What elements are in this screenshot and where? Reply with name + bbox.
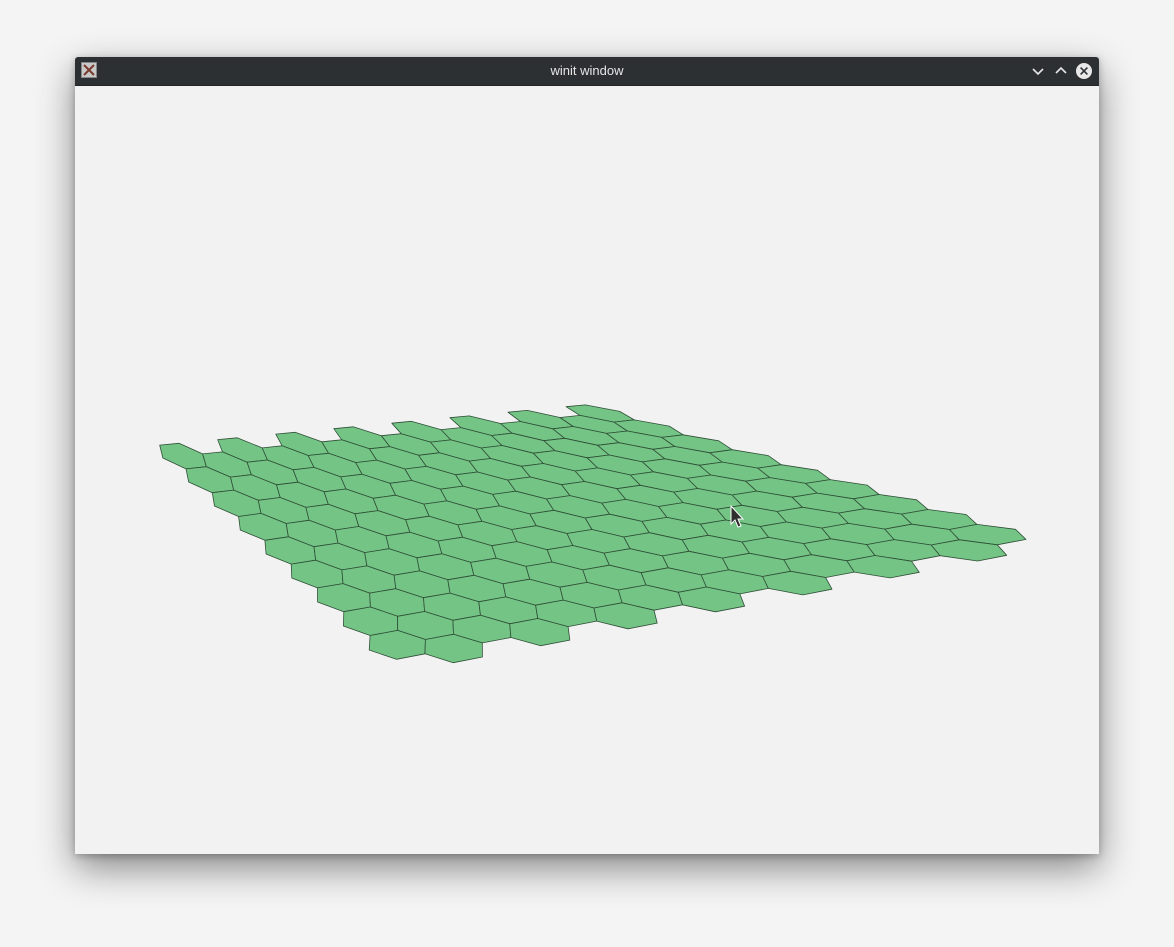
app-window: winit window (75, 57, 1099, 854)
window-title: winit window (550, 63, 624, 78)
minimize-button[interactable] (1029, 62, 1047, 80)
close-icon (1076, 63, 1092, 79)
maximize-button[interactable] (1052, 62, 1070, 80)
close-button[interactable] (1075, 62, 1093, 80)
chevron-up-icon (1055, 66, 1067, 74)
render-canvas[interactable] (75, 86, 1099, 854)
title-bar[interactable]: winit window (75, 57, 1099, 86)
hex-grid (159, 404, 1027, 664)
hex-tile[interactable] (159, 442, 207, 470)
chevron-down-icon (1032, 68, 1044, 76)
